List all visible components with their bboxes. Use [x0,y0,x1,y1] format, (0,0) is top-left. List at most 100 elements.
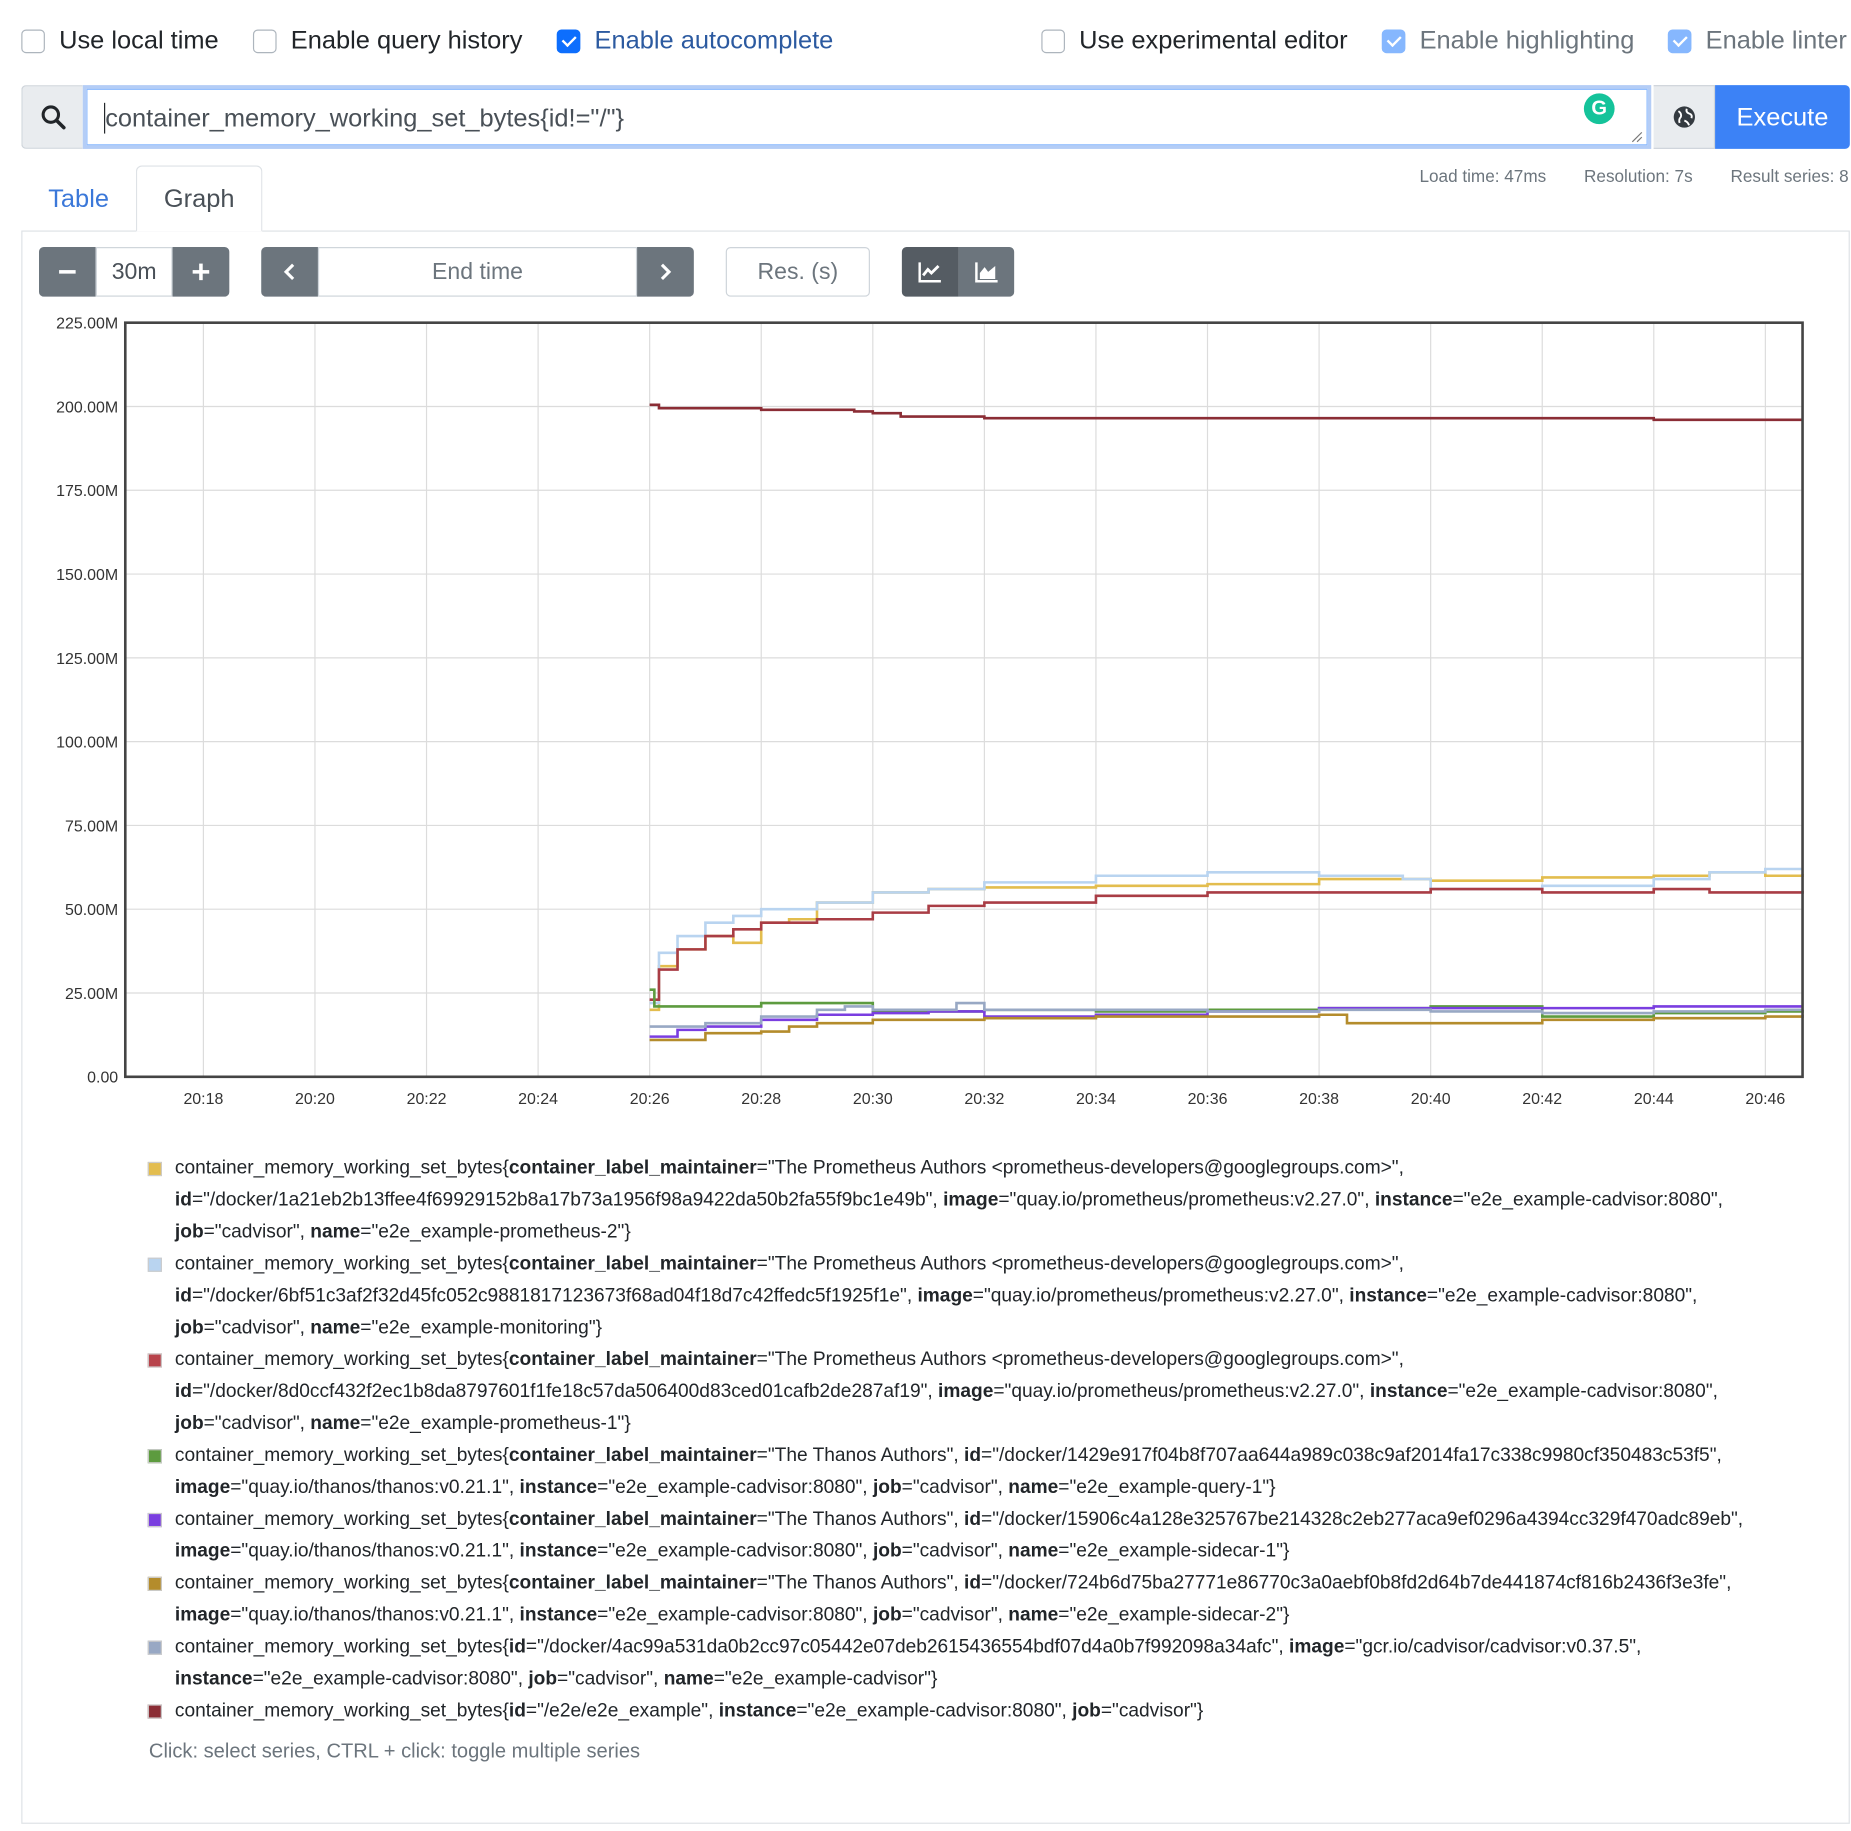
use-local-time-checkbox[interactable] [21,28,45,53]
execute-button[interactable]: Execute [1715,85,1850,149]
label-value: ="e2e_example-sidecar-2"} [1058,1603,1290,1626]
x-tick-label: 20:34 [1076,1091,1116,1108]
label-value: container_memory_working_set_bytes{ [174,1699,509,1721]
legend-item[interactable]: container_memory_working_set_bytes{conta… [147,1344,1779,1440]
label-value: ="quay.io/thanos/thanos:v0.21.1", [230,1603,520,1626]
label-value: ="quay.io/thanos/thanos:v0.21.1", [230,1476,520,1498]
label-value: ="e2e_example-cadvisor:8080", [1426,1284,1698,1307]
x-tick-label: 20:36 [1188,1091,1228,1108]
enable-linter-label: Enable linter [1705,26,1847,55]
legend-swatch [147,1640,162,1655]
label-name: name [310,1221,361,1243]
label-name: job [174,1221,204,1243]
label-name: job [528,1667,558,1690]
x-tick-label: 20:32 [964,1091,1004,1108]
legend-item[interactable]: container_memory_working_set_bytes{conta… [147,1440,1779,1504]
label-name: instance [519,1603,598,1626]
label-name: image [174,1476,231,1498]
label-name: image [1289,1635,1345,1658]
enable-query-history-checkbox[interactable] [252,28,277,53]
legend-swatch [147,1449,162,1464]
label-value: ="e2e_example-cadvisor:8080", [597,1603,873,1626]
label-name: id [174,1380,192,1402]
label-value: ="e2e_example-cadvisor:8080", [1447,1380,1718,1402]
use-experimental-editor-label: Use experimental editor [1079,26,1348,55]
legend-item[interactable]: container_memory_working_set_bytes{id="/… [147,1631,1779,1695]
range-input[interactable]: 30m [95,247,173,297]
enable-autocomplete-checkbox[interactable] [556,28,581,53]
result-series-stat: Result series: 8 [1730,167,1849,187]
end-time-input[interactable]: End time [317,247,638,297]
decrease-range-button[interactable] [39,247,96,297]
grammarly-icon[interactable]: G [1583,93,1615,125]
label-name: id [508,1699,526,1721]
x-tick-label: 20:38 [1299,1091,1339,1108]
label-value: ="e2e_example-cadvisor:8080", [796,1699,1073,1721]
x-tick-label: 20:40 [1411,1091,1451,1108]
legend-swatch [147,1512,162,1528]
time-series-chart[interactable]: 0.00 25.00M 50.00M 75.00M 100.00M 125.00M 150.… [0,301,1851,1117]
previous-time-button[interactable] [261,247,318,297]
label-value: ="The Prometheus Authors <prometheus-dev… [756,1252,1404,1275]
load-time: Load time: 47ms [1419,167,1547,187]
legend-item[interactable]: container_memory_working_set_bytes{id="/… [147,1695,1779,1727]
globe-icon[interactable] [1653,85,1716,149]
chevron-right-icon [660,263,672,281]
legend-swatch [147,1257,162,1272]
label-value: ="gcr.io/cadvisor/cadvisor:v0.37.5", [1344,1635,1642,1658]
label-name: name [1008,1476,1059,1498]
use-experimental-editor-checkbox[interactable] [1041,28,1065,53]
plus-icon [192,263,210,281]
label-value: ="The Prometheus Authors <prometheus-dev… [756,1157,1404,1179]
label-value: ="/e2e/e2e_example", [525,1699,719,1721]
label-value: ="e2e_example-cadvisor"} [713,1667,938,1690]
next-time-button[interactable] [637,247,694,297]
enable-query-history-option[interactable]: Enable query history [252,26,523,56]
enable-query-history-label: Enable query history [290,26,523,55]
label-value: ="cadvisor", [901,1476,1009,1498]
label-value: ="/docker/4ac99a531da0b2cc97c05442e07deb… [525,1635,1290,1658]
legend-item[interactable]: container_memory_working_set_bytes{conta… [147,1152,1779,1248]
label-value: ="cadvisor", [901,1603,1009,1626]
legend-swatch [147,1353,162,1368]
legend-item[interactable]: container_memory_working_set_bytes{conta… [147,1567,1779,1631]
options-bar: Use local time Enable query history Enab… [21,26,1851,57]
stacked-chart-button[interactable] [958,247,1015,297]
label-value: ="cadvisor", [203,1412,311,1434]
increase-range-button[interactable] [172,247,230,297]
label-value: ="e2e_example-prometheus-1"} [360,1412,631,1434]
legend-hint: Click: select series, CTRL + click: togg… [148,1739,641,1763]
resize-handle-icon[interactable] [1631,131,1643,143]
label-value: ="cadvisor", [203,1221,311,1243]
y-tick-label: 200.00M [56,399,118,416]
y-tick-label: 25.00M [65,986,118,1003]
enable-linter-option[interactable]: Enable linter [1667,26,1847,56]
enable-highlighting-option[interactable]: Enable highlighting [1381,26,1634,56]
label-name: container_label_maintainer [508,1508,757,1530]
label-name: job [872,1540,902,1562]
label-name: id [508,1635,526,1658]
label-name: id [174,1284,192,1307]
label-value: ="e2e_example-cadvisor:8080", [597,1540,873,1562]
label-value: ="e2e_example-cadvisor:8080", [1452,1189,1723,1211]
enable-autocomplete-option[interactable]: Enable autocomplete [556,26,834,56]
label-name: instance [718,1699,797,1721]
enable-linter-checkbox[interactable] [1667,28,1692,53]
query-bar: container_memory_working_set_bytes{id!="… [21,85,1850,149]
x-tick-label: 20:26 [630,1091,670,1108]
resolution-input[interactable]: Res. (s) [725,247,870,297]
tab-table[interactable]: Table [21,165,136,231]
label-value: container_memory_working_set_bytes{ [174,1252,509,1275]
line-chart-button[interactable] [901,247,959,297]
use-local-time-option[interactable]: Use local time [21,26,219,56]
label-value: container_memory_working_set_bytes{ [174,1157,509,1179]
search-icon [21,85,83,149]
legend-item[interactable]: container_memory_working_set_bytes{conta… [147,1504,1779,1568]
tab-graph[interactable]: Graph [135,165,263,232]
expression-input[interactable]: container_memory_working_set_bytes{id!="… [82,85,1652,149]
legend-item[interactable]: container_memory_working_set_bytes{conta… [147,1248,1779,1344]
use-experimental-editor-option[interactable]: Use experimental editor [1041,26,1348,56]
y-tick-label: 125.00M [56,651,118,668]
enable-autocomplete-label: Enable autocomplete [594,26,834,55]
enable-highlighting-checkbox[interactable] [1381,28,1406,53]
